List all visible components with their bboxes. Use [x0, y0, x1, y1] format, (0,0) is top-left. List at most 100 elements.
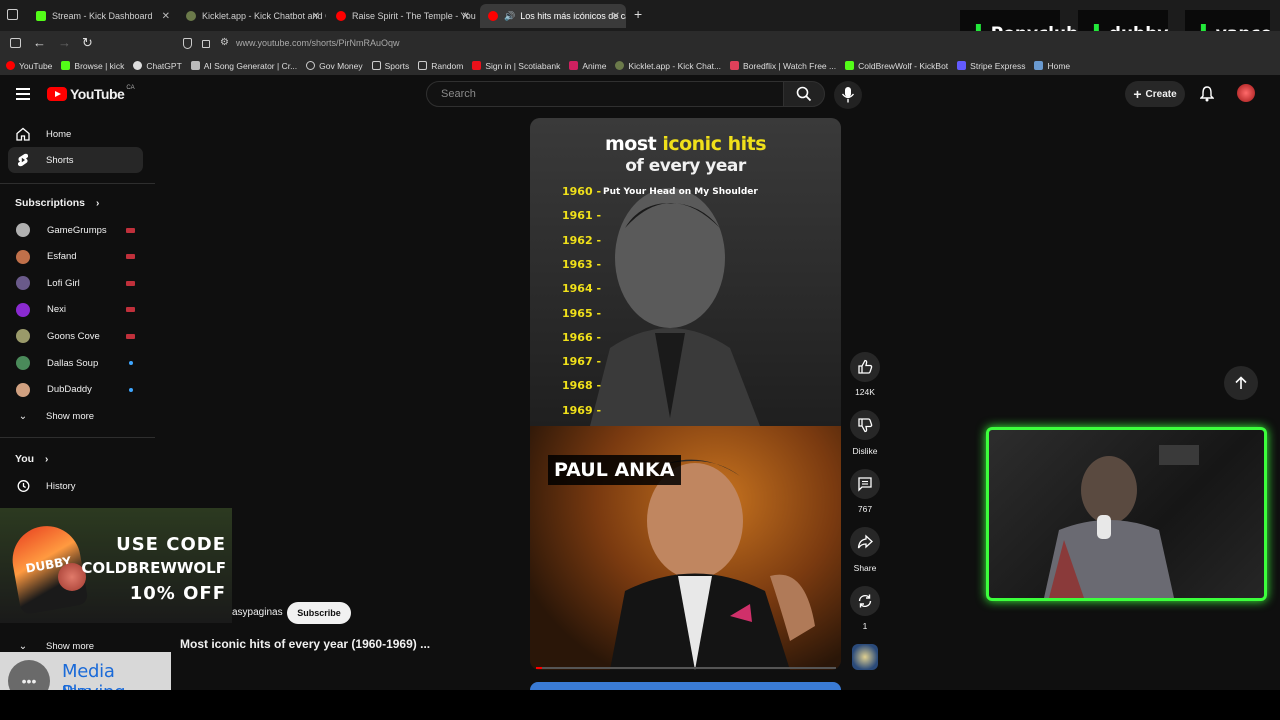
sidebar-item-history[interactable]: History — [8, 473, 143, 499]
sidebar-item-label: GameGrumps — [47, 224, 107, 236]
video-progress-bar[interactable] — [536, 667, 836, 669]
sidebar-divider — [0, 183, 155, 184]
arrow-up-icon — [1235, 376, 1247, 389]
song-title-1960: Put Your Head on My Shoulder — [603, 187, 758, 197]
hamburger-menu-icon[interactable] — [16, 88, 30, 100]
sidebar-item-label: Goons Cove — [47, 330, 100, 342]
close-tab-icon[interactable]: ✕ — [162, 11, 170, 22]
title-yellow-part: iconic hits — [662, 133, 767, 155]
kick-favicon — [845, 61, 855, 70]
comments-button[interactable] — [850, 469, 880, 499]
sidebar-item-subscription[interactable]: DubDaddy — [8, 377, 143, 403]
channel-name[interactable]: asypaginas — [232, 607, 283, 618]
bookmark-scotiabank[interactable]: Sign in | Scotiabank — [472, 61, 560, 71]
you-heading-label: You — [15, 453, 35, 465]
video-frame-top: most iconic hits of every year 1960 - 196… — [530, 118, 841, 426]
bookmark-random[interactable]: Random — [418, 61, 463, 71]
sidebar-item-label: History — [46, 480, 76, 492]
logo-text: YouTube — [70, 86, 125, 102]
tab-actions-icon[interactable] — [7, 9, 18, 20]
folder-icon — [371, 61, 381, 70]
sidebar-item-shorts[interactable]: Shorts — [8, 147, 143, 173]
scroll-up-button[interactable] — [1224, 366, 1258, 400]
boredflix-favicon — [730, 61, 740, 70]
browser-tab-kicklet[interactable]: Kicklet.app - Kick Chatbot and C ✕ — [178, 4, 326, 28]
bookmarks-bar: YouTube Browse | kick ChatGPT AI Song Ge… — [0, 56, 1280, 75]
bookmark-gov-money[interactable]: Gov Money — [306, 61, 363, 71]
address-bar-url[interactable]: www.youtube.com/shorts/PirNmRAuOqw — [236, 38, 400, 48]
bookmark-kick[interactable]: Browse | kick — [61, 61, 124, 71]
close-tab-icon[interactable]: ✕ — [462, 11, 470, 22]
bookmark-kicklet[interactable]: Kicklet.app - Kick Chat... — [615, 61, 721, 71]
show-more-subscriptions[interactable]: ⌄ Show more — [8, 403, 143, 429]
search-button[interactable] — [783, 81, 825, 107]
browser-tab-kick-dashboard[interactable]: Stream - Kick Dashboard ✕ — [28, 4, 176, 28]
next-short-preview[interactable] — [530, 682, 841, 690]
streamer-webcam-image — [1044, 445, 1199, 598]
you-heading[interactable]: You › — [15, 453, 48, 465]
bookmark-boredflix[interactable]: Boredflix | Watch Free ... — [730, 61, 836, 71]
sidebar-item-subscription[interactable]: Esfand — [8, 244, 143, 270]
voice-search-button[interactable] — [834, 81, 862, 109]
forward-arrow-icon[interactable]: → — [58, 36, 71, 50]
year-label: 1969 - — [562, 403, 602, 417]
bookmark-home[interactable]: Home — [1034, 61, 1070, 71]
short-description[interactable]: Most iconic hits of every year (1960-196… — [180, 637, 430, 651]
sidebar-item-subscription[interactable]: Lofi Girl — [8, 270, 143, 296]
bookmark-stripe[interactable]: Stripe Express — [957, 61, 1025, 71]
kick-favicon — [61, 61, 71, 70]
account-avatar[interactable] — [1237, 84, 1255, 102]
subscribe-button[interactable]: Subscribe — [287, 602, 351, 624]
bookmark-label: Random — [431, 60, 464, 71]
bookmark-youtube[interactable]: YouTube — [6, 61, 52, 71]
remix-button[interactable] — [850, 586, 880, 616]
thumbs-up-icon — [858, 359, 873, 374]
bookmark-chatgpt[interactable]: ChatGPT — [133, 61, 182, 71]
sidebar-toggle-icon[interactable] — [10, 38, 21, 48]
video-progress-fill — [536, 667, 542, 669]
year-label: 1961 - — [562, 209, 602, 223]
webcam-overlay — [986, 427, 1267, 601]
bookmark-anime[interactable]: Anime — [569, 61, 606, 71]
back-arrow-icon[interactable]: ← — [33, 36, 46, 50]
share-button[interactable] — [850, 527, 880, 557]
browser-tab-raise-spirit[interactable]: Raise Spirit - The Temple - YouT ✕ — [328, 4, 476, 28]
subscriptions-heading[interactable]: Subscriptions › — [15, 197, 99, 209]
sidebar-item-subscription[interactable]: Nexi — [8, 297, 143, 323]
notifications-bell-icon[interactable] — [1200, 86, 1214, 102]
sound-thumbnail[interactable] — [852, 644, 878, 670]
like-button[interactable] — [850, 352, 880, 382]
sidebar-item-home[interactable]: Home — [8, 121, 143, 147]
browser-tab-active-short[interactable]: 🔊 Los hits más icónicos de ca ✕ — [480, 4, 626, 28]
close-tab-icon[interactable]: ✕ — [612, 11, 620, 22]
bookmark-kickbot[interactable]: ColdBrewWolf - KickBot — [845, 61, 948, 71]
dislike-button[interactable] — [850, 410, 880, 440]
sidebar-item-subscription[interactable]: Goons Cove — [8, 323, 143, 349]
new-content-dot — [129, 387, 133, 392]
bookmark-ai-song[interactable]: AI Song Generator | Cr... — [190, 61, 297, 71]
youtube-logo[interactable]: YouTube CA — [47, 85, 135, 102]
search-box[interactable] — [426, 81, 784, 107]
close-tab-icon[interactable]: ✕ — [312, 11, 320, 22]
search-input[interactable] — [441, 88, 761, 100]
create-button[interactable]: + Create — [1125, 81, 1185, 107]
site-settings-icon[interactable]: ⚙ — [220, 37, 229, 48]
lock-icon[interactable] — [202, 40, 210, 48]
reload-icon[interactable]: ↻ — [82, 36, 93, 50]
shield-icon[interactable] — [183, 38, 192, 49]
sponsor-promo-overlay: DUBBY USE CODE COLDBREWWOLF 10% OFF — [0, 508, 232, 623]
dislike-label: Dislike — [852, 446, 878, 456]
new-tab-button[interactable]: + — [634, 6, 642, 22]
home-favicon — [1034, 61, 1044, 70]
channel-avatar — [16, 356, 30, 370]
short-video-player[interactable]: most iconic hits of every year 1960 - 196… — [530, 118, 841, 670]
audio-playing-icon[interactable]: 🔊 — [504, 11, 515, 22]
remix-icon — [858, 594, 872, 608]
channel-avatar — [16, 382, 30, 397]
tab-label: Los hits más icónicos de ca — [520, 11, 626, 21]
bookmark-label: Anime — [582, 60, 607, 71]
youtube-header: YouTube CA + Create — [0, 75, 1280, 115]
sidebar-item-subscription[interactable]: GameGrumps — [8, 217, 143, 243]
bookmark-sports[interactable]: Sports — [371, 61, 409, 71]
sidebar-item-subscription[interactable]: Dallas Soup — [8, 350, 143, 376]
